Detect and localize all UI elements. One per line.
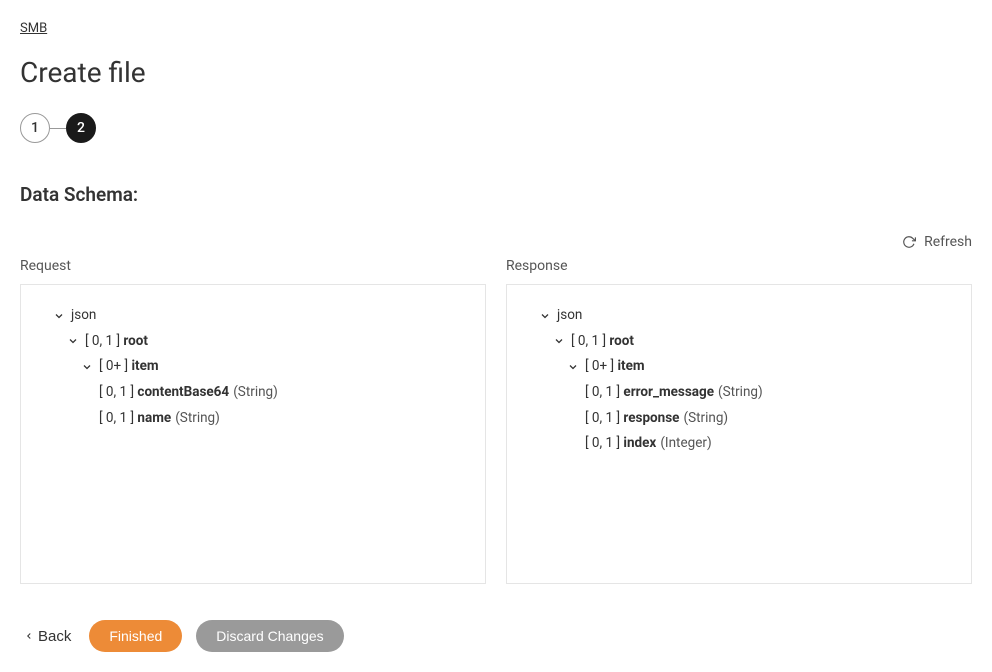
tree-name: name	[137, 406, 171, 432]
chevron-down-icon	[553, 335, 565, 347]
tree-name: contentBase64	[137, 380, 229, 406]
tree-type: (Integer)	[660, 431, 711, 457]
chevron-down-icon	[53, 310, 65, 322]
tree-node-field[interactable]: [ 0, 1 ] response (String)	[519, 406, 959, 432]
section-title-data-schema: Data Schema:	[20, 183, 972, 206]
tree-type: (String)	[175, 406, 220, 432]
refresh-label: Refresh	[924, 234, 972, 250]
tree-node-item[interactable]: [ 0+ ] item	[33, 354, 473, 380]
tree-cardinality: [ 0, 1 ]	[585, 406, 620, 432]
tree-type: (String)	[233, 380, 278, 406]
refresh-icon	[902, 235, 916, 249]
chevron-down-icon	[81, 361, 93, 373]
tree-cardinality: [ 0, 1 ]	[99, 380, 134, 406]
tree-type: (String)	[683, 406, 728, 432]
tree-node-field[interactable]: [ 0, 1 ] error_message (String)	[519, 380, 959, 406]
tree-node-root[interactable]: [ 0, 1 ] root	[519, 329, 959, 355]
tree-name: root	[123, 329, 148, 355]
tree-name: item	[617, 354, 644, 380]
finished-button[interactable]: Finished	[89, 620, 182, 652]
tree-node-item[interactable]: [ 0+ ] item	[519, 354, 959, 380]
tree-node-field[interactable]: [ 0, 1 ] contentBase64 (String)	[33, 380, 473, 406]
refresh-button[interactable]: Refresh	[20, 234, 972, 250]
response-panel-label: Response	[506, 258, 972, 274]
tree-name: root	[609, 329, 634, 355]
chevron-down-icon	[67, 335, 79, 347]
tree-node-json[interactable]: json	[519, 303, 959, 329]
tree-node-field[interactable]: [ 0, 1 ] name (String)	[33, 406, 473, 432]
stepper: 1 2	[20, 113, 972, 143]
tree-cardinality: [ 0, 1 ]	[585, 380, 620, 406]
tree-cardinality: [ 0, 1 ]	[85, 329, 120, 355]
tree-node-root[interactable]: [ 0, 1 ] root	[33, 329, 473, 355]
response-panel: json [ 0, 1 ] root [ 0+ ] item [ 0, 1 ]	[506, 284, 972, 584]
back-label: Back	[38, 628, 71, 645]
tree-cardinality: [ 0, 1 ]	[585, 431, 620, 457]
request-panel-label: Request	[20, 258, 486, 274]
tree-name: item	[131, 354, 158, 380]
chevron-down-icon	[539, 310, 551, 322]
chevron-left-icon	[24, 631, 34, 641]
page-title: Create file	[20, 56, 972, 89]
step-2[interactable]: 2	[66, 113, 96, 143]
tree-node-json[interactable]: json	[33, 303, 473, 329]
back-button[interactable]: Back	[20, 622, 75, 651]
discard-changes-button[interactable]: Discard Changes	[196, 620, 343, 652]
step-connector	[50, 128, 66, 129]
tree-type: (String)	[718, 380, 763, 406]
tree-cardinality: [ 0+ ]	[99, 354, 128, 380]
tree-cardinality: [ 0, 1 ]	[571, 329, 606, 355]
chevron-down-icon	[567, 361, 579, 373]
step-1[interactable]: 1	[20, 113, 50, 143]
tree-node-field[interactable]: [ 0, 1 ] index (Integer)	[519, 431, 959, 457]
request-panel: json [ 0, 1 ] root [ 0+ ] item [	[20, 284, 486, 584]
breadcrumb-smb[interactable]: SMB	[20, 21, 47, 36]
tree-label: json	[71, 303, 96, 329]
tree-name: index	[623, 431, 656, 457]
tree-cardinality: [ 0+ ]	[585, 354, 614, 380]
tree-name: response	[623, 406, 679, 432]
tree-name: error_message	[623, 380, 714, 406]
tree-cardinality: [ 0, 1 ]	[99, 406, 134, 432]
tree-label: json	[557, 303, 582, 329]
